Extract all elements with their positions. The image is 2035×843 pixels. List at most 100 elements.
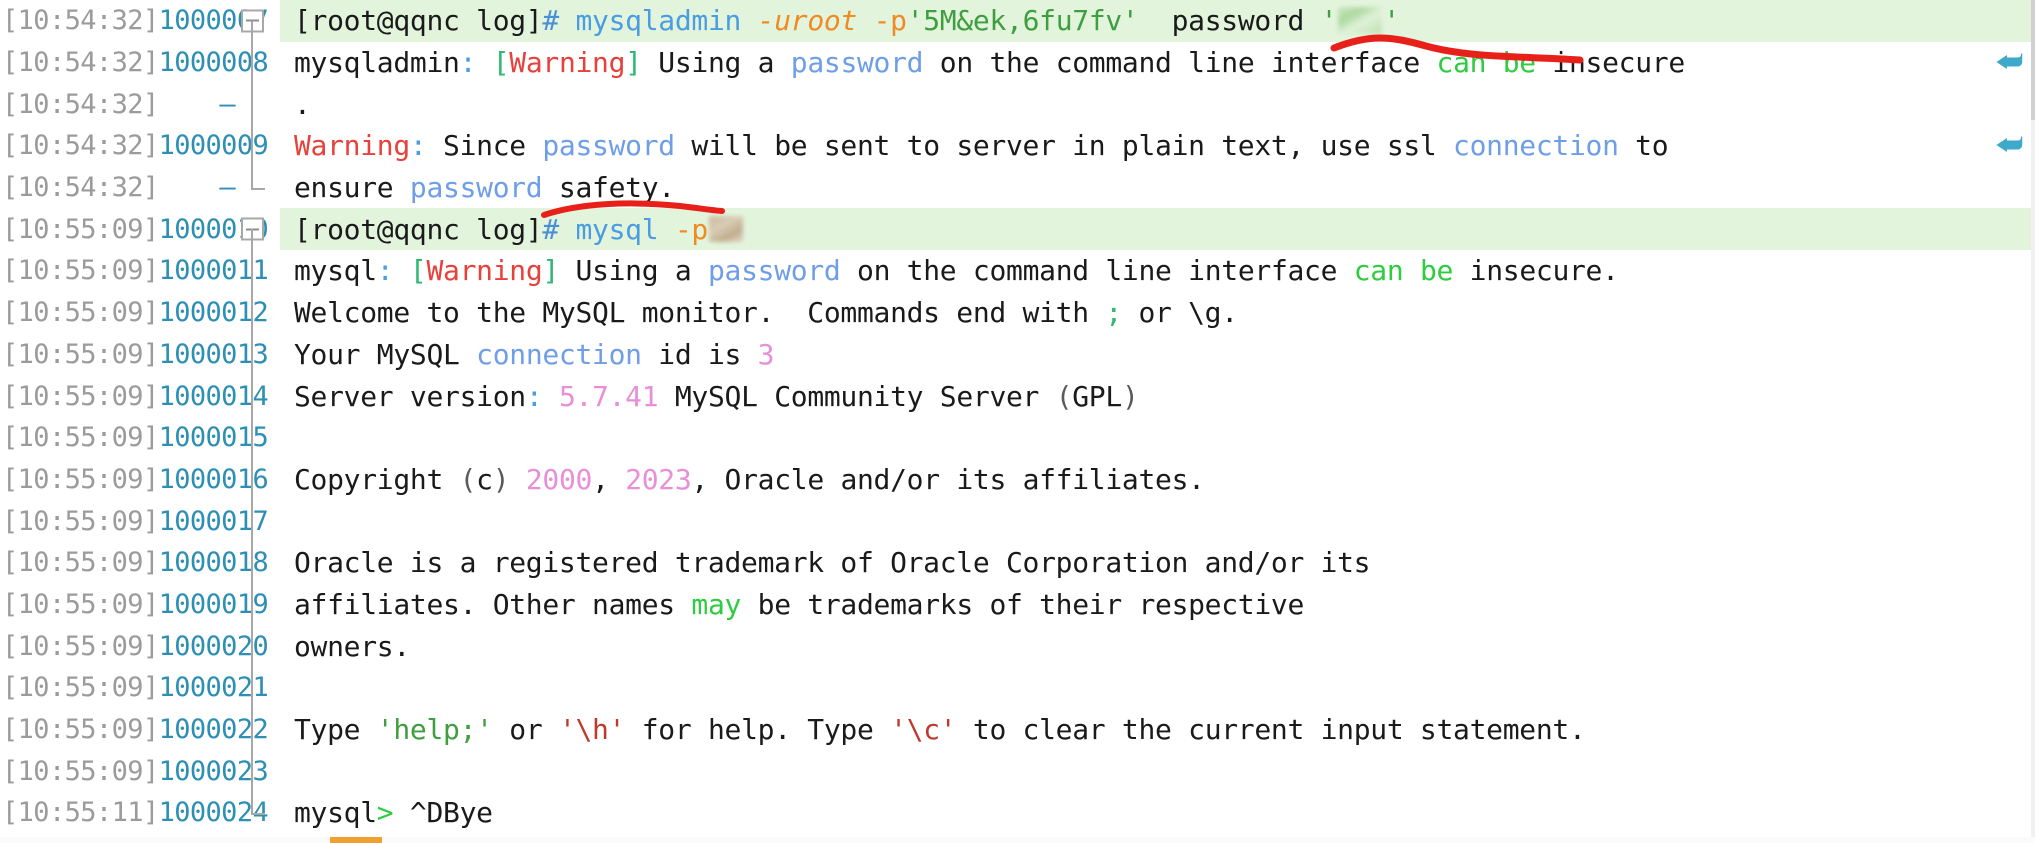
log-row-gutter: [10:54:32] 1000008 bbox=[0, 41, 269, 84]
log-text-segment: > bbox=[376, 796, 394, 830]
fold-tree-line bbox=[251, 416, 253, 459]
fold-column[interactable] bbox=[236, 750, 280, 793]
log-row-content: affiliates. Other names may be trademark… bbox=[280, 584, 2035, 626]
horizontal-scrollbar-track[interactable] bbox=[0, 837, 2035, 843]
log-row-gutter: [10:55:09] 1000020 bbox=[0, 625, 269, 667]
log-row-timestamp: [10:55:09] bbox=[2, 547, 159, 579]
fold-tree-elbow-icon bbox=[251, 812, 265, 815]
fold-column[interactable] bbox=[236, 375, 280, 417]
log-text-segment: mysqladmin bbox=[575, 4, 742, 38]
log-row[interactable]: [10:54:32] 1000007 [root@qqnc log] # mysqla… bbox=[0, 0, 2035, 42]
fold-column[interactable] bbox=[236, 416, 280, 459]
log-row[interactable]: [10:55:09] 1000011 mysql: [Warning] Using … bbox=[0, 250, 2035, 292]
log-text-segment: '\c' bbox=[890, 713, 957, 747]
fold-column[interactable] bbox=[236, 500, 280, 542]
fold-column[interactable] bbox=[236, 792, 280, 834]
line-wrap-icon: ⮨ bbox=[1995, 44, 2023, 80]
log-row-timestamp: [10:54:32] bbox=[2, 130, 159, 162]
log-row-gutter: [10:55:09] 1000016 bbox=[0, 458, 269, 501]
log-row-timestamp: [10:55:09] bbox=[2, 672, 159, 704]
log-text-segment bbox=[559, 4, 576, 37]
log-row[interactable]: [10:55:09] 1000012 Welcome to the MySQL mo… bbox=[0, 291, 2035, 334]
fold-column[interactable] bbox=[236, 250, 280, 292]
fold-column[interactable] bbox=[236, 708, 280, 751]
log-text-segment: : bbox=[459, 46, 477, 80]
log-row[interactable]: [10:55:09] 1000015 bbox=[0, 416, 2035, 459]
log-text-segment: ( bbox=[1055, 379, 1073, 413]
vertical-scrollbar-track[interactable] bbox=[2031, 0, 2035, 843]
log-text-segment: mysql bbox=[294, 254, 377, 288]
log-row[interactable]: [10:55:09] 1000022 Type 'help;' or '\h' fo… bbox=[0, 708, 2035, 751]
log-row-content: ensure password safety. bbox=[280, 167, 2035, 209]
log-row-gutter: [10:54:32] 1000007 bbox=[0, 0, 269, 42]
log-row[interactable]: [10:55:09] 1000017 bbox=[0, 500, 2035, 542]
log-row-timestamp: [10:54:32] bbox=[2, 88, 159, 120]
log-row-gutter: [10:54:32] – bbox=[0, 83, 236, 126]
fold-tree-line bbox=[251, 41, 253, 84]
log-row-timestamp: [10:55:09] bbox=[2, 422, 159, 454]
log-text-segment: password bbox=[1138, 4, 1321, 38]
redacted-password-block bbox=[1338, 7, 1383, 35]
fold-tree-line bbox=[251, 20, 253, 42]
log-row[interactable]: [10:54:32] 1000008 mysqladmin: [Warning] U… bbox=[0, 41, 2035, 84]
fold-column[interactable] bbox=[236, 0, 280, 42]
log-row-content: Oracle is a registered trademark of Orac… bbox=[280, 542, 2035, 584]
log-row[interactable]: [10:55:09] 1000016 Copyright (c) 2000, 202… bbox=[0, 458, 2035, 501]
fold-column[interactable] bbox=[236, 667, 280, 709]
log-row[interactable]: [10:55:09] 1000010 [root@qqnc log] # mysql … bbox=[0, 208, 2035, 251]
log-row[interactable]: [10:55:09] 1000013 Your MySQL connection i… bbox=[0, 333, 2035, 376]
log-row-timestamp: [10:55:09] bbox=[2, 297, 159, 329]
fold-column[interactable] bbox=[236, 583, 280, 626]
fold-column[interactable] bbox=[236, 541, 280, 584]
fold-column[interactable] bbox=[236, 41, 280, 84]
log-row[interactable]: [10:55:11] 1000024 mysql > ^DBye bbox=[0, 792, 2035, 834]
log-row-line-number: – bbox=[219, 172, 235, 204]
fold-tree-line bbox=[251, 250, 253, 292]
log-text-segment: 3 bbox=[757, 337, 775, 371]
horizontal-scrollbar-thumb[interactable] bbox=[330, 837, 382, 843]
log-text-segment: # bbox=[542, 212, 559, 246]
fold-tree-line bbox=[251, 792, 253, 813]
log-text-segment: can be bbox=[1353, 254, 1454, 288]
log-text-segment: connection bbox=[476, 337, 642, 371]
fold-column[interactable] bbox=[236, 208, 280, 251]
fold-column[interactable] bbox=[236, 291, 280, 334]
fold-column[interactable] bbox=[236, 166, 280, 209]
fold-column[interactable] bbox=[236, 333, 280, 376]
fold-column[interactable] bbox=[236, 125, 280, 167]
log-text-segment: insecure. bbox=[1453, 254, 1619, 288]
fold-tree-elbow-icon bbox=[251, 187, 265, 190]
fold-tree-line bbox=[251, 500, 253, 542]
log-row[interactable]: [10:55:09] 1000019 affiliates. Other names… bbox=[0, 583, 2035, 626]
vertical-scrollbar-thumb[interactable] bbox=[2031, 0, 2035, 120]
log-row[interactable]: [10:55:09] 1000018 Oracle is a registered … bbox=[0, 541, 2035, 584]
fold-tree-line bbox=[251, 583, 253, 626]
log-row-gutter: [10:55:09] 1000018 bbox=[0, 541, 269, 584]
log-text-segment: '5M&ek,6fu7fv' bbox=[906, 4, 1139, 38]
log-text-segment: will be sent to server in plain text, us… bbox=[674, 129, 1454, 163]
fold-column[interactable] bbox=[236, 83, 280, 126]
fold-tree-line bbox=[251, 333, 253, 376]
log-row[interactable]: [10:54:32] –. bbox=[0, 83, 2035, 126]
log-row[interactable]: [10:55:09] 1000023 bbox=[0, 750, 2035, 793]
log-row-gutter: [10:55:09] 1000021 bbox=[0, 667, 269, 709]
fold-tree-line bbox=[251, 166, 253, 188]
log-text-segment: affiliates. Other names bbox=[294, 587, 692, 621]
log-row[interactable]: [10:55:09] 1000020 owners. bbox=[0, 625, 2035, 667]
log-text-segment: on the command line interface bbox=[840, 254, 1354, 288]
log-text-segment: id is bbox=[641, 337, 758, 371]
fold-column[interactable] bbox=[236, 625, 280, 667]
log-text-segment: Since bbox=[426, 129, 543, 163]
log-text-segment: owners. bbox=[294, 629, 410, 663]
fold-column[interactable] bbox=[236, 458, 280, 501]
log-row-gutter: [10:55:09] 1000014 bbox=[0, 375, 269, 417]
log-row-timestamp: [10:55:11] bbox=[2, 797, 159, 829]
log-text-segment bbox=[393, 254, 410, 287]
log-row[interactable]: [10:55:09] 1000014 Server version: 5.7.41 … bbox=[0, 375, 2035, 417]
log-row[interactable]: [10:55:09] 1000021 bbox=[0, 667, 2035, 709]
log-text-segment bbox=[542, 380, 559, 413]
log-text-segment: GPL bbox=[1072, 379, 1122, 413]
log-row[interactable]: [10:54:32] – ensure password safety. bbox=[0, 166, 2035, 209]
log-row[interactable]: [10:54:32] 1000009 Warning: Since password… bbox=[0, 125, 2035, 167]
log-text-segment: or bbox=[492, 713, 559, 747]
